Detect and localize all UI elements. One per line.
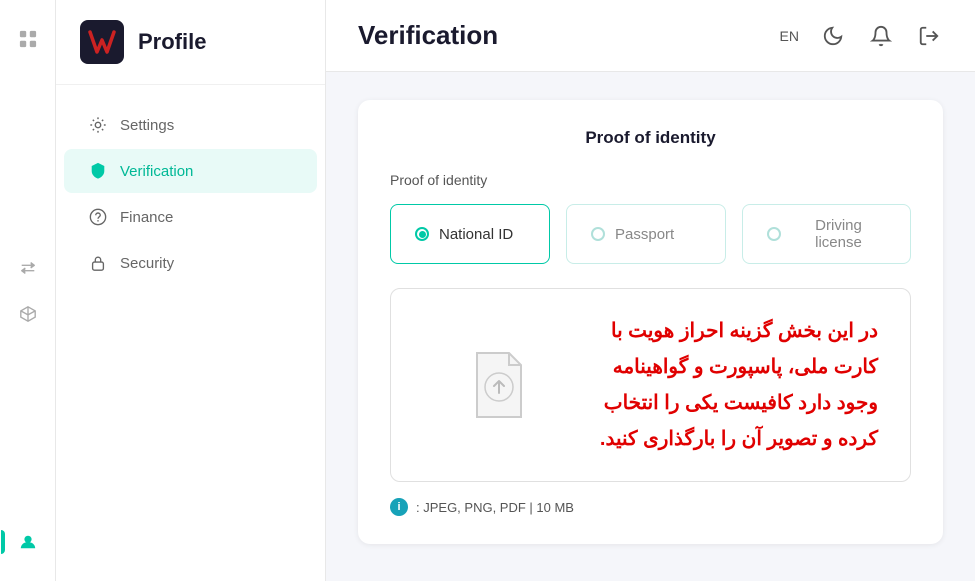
verification-label: Verification (120, 163, 193, 180)
section-label: Proof of identity (390, 172, 911, 188)
finance-icon (88, 207, 108, 227)
main-content: Verification EN (326, 0, 975, 581)
grid-icon[interactable] (9, 20, 47, 58)
sidebar: Profile Settings Verification (56, 0, 326, 581)
language-button[interactable]: EN (780, 28, 799, 44)
verification-icon (88, 161, 108, 181)
info-icon: i (390, 498, 408, 516)
driving-license-button[interactable]: Driving license (742, 204, 911, 264)
sidebar-item-finance[interactable]: Finance (64, 195, 317, 239)
national-id-button[interactable]: National ID (390, 204, 550, 264)
transfer-icon[interactable] (9, 249, 47, 287)
content-area: Proof of identity Proof of identity Nati… (326, 72, 975, 581)
sidebar-item-verification[interactable]: Verification (64, 149, 317, 193)
sidebar-item-security[interactable]: Security (64, 241, 317, 285)
settings-icon (88, 115, 108, 135)
page-title: Verification (358, 20, 780, 51)
topbar-actions: EN (780, 22, 943, 50)
passport-label: Passport (615, 226, 674, 243)
topbar: Verification EN (326, 0, 975, 72)
file-info: i : JPEG, PNG, PDF | 10 MB (390, 498, 911, 516)
driving-license-label: Driving license (791, 217, 886, 251)
upload-icon-wrap (423, 349, 575, 421)
file-types-label: : JPEG, PNG, PDF | 10 MB (416, 500, 574, 515)
sidebar-header: Profile (56, 0, 325, 85)
logout-icon[interactable] (915, 22, 943, 50)
user-icon[interactable] (9, 523, 47, 561)
logo-icon (80, 20, 124, 64)
finance-label: Finance (120, 209, 173, 226)
driving-license-dot (767, 227, 781, 241)
passport-button[interactable]: Passport (566, 204, 726, 264)
upload-instructions: در این بخش گزینه احراز هویت با کارت ملی،… (575, 313, 878, 457)
national-id-dot (415, 227, 429, 241)
upload-area[interactable]: در این بخش گزینه احراز هویت با کارت ملی،… (390, 288, 911, 482)
sidebar-title: Profile (138, 29, 206, 55)
security-icon (88, 253, 108, 273)
id-type-row: National ID Passport Driving license (390, 204, 911, 264)
verification-card: Proof of identity Proof of identity Nati… (358, 100, 943, 544)
national-id-label: National ID (439, 226, 513, 243)
left-icon-strip (0, 0, 56, 581)
security-label: Security (120, 255, 174, 272)
settings-label: Settings (120, 117, 174, 134)
sidebar-nav: Settings Verification Finance (56, 85, 325, 581)
sidebar-item-settings[interactable]: Settings (64, 103, 317, 147)
upload-icon (467, 349, 531, 421)
cube-icon[interactable] (9, 295, 47, 333)
passport-dot (591, 227, 605, 241)
moon-icon[interactable] (819, 22, 847, 50)
card-title: Proof of identity (390, 128, 911, 148)
notification-icon[interactable] (867, 22, 895, 50)
